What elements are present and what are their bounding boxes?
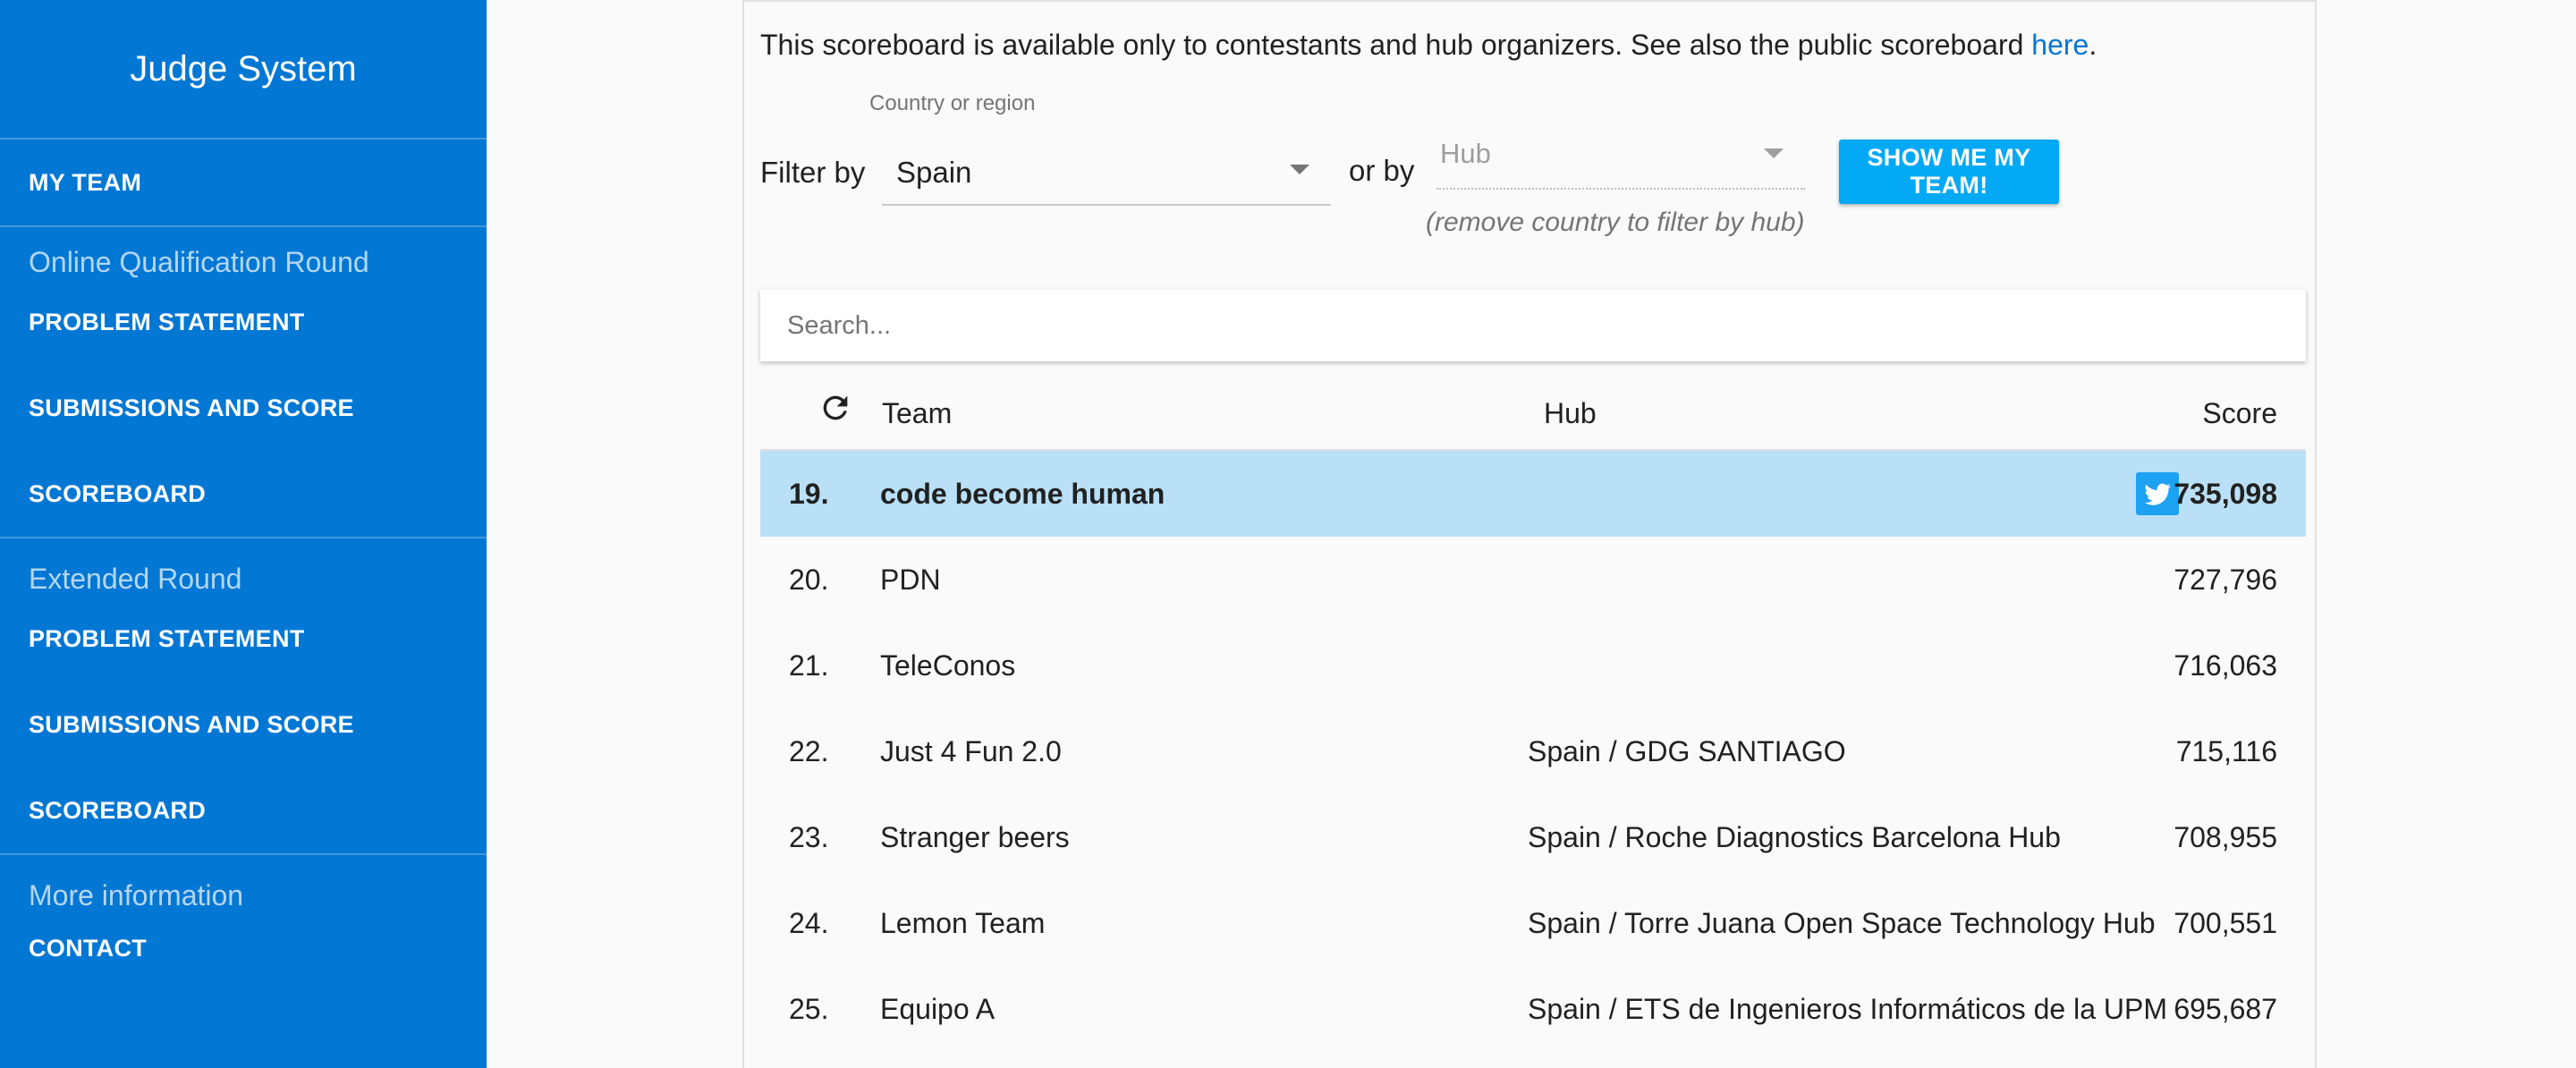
header-team: Team <box>882 397 953 429</box>
row-team: Equipo A <box>880 993 996 1025</box>
country-value: Spain <box>896 156 972 189</box>
nav-oq-submissions[interactable]: SUBMISSIONS AND SCORE <box>0 365 487 451</box>
table-header: Team Hub Score <box>760 377 2306 451</box>
sidebar-section-more-info: More information CONTACT <box>0 853 487 984</box>
row-score: 715,116 <box>2175 735 2277 767</box>
refresh-icon[interactable] <box>818 390 853 426</box>
search-box <box>760 290 2306 361</box>
nav-contact[interactable]: CONTACT <box>0 912 487 984</box>
row-score: 700,551 <box>2174 907 2277 939</box>
scoreboard-panel: This scoreboard is available only to con… <box>742 0 2317 1068</box>
public-scoreboard-link[interactable]: here <box>2031 29 2089 61</box>
table-row: 23. Stranger beers Spain / Roche Diagnos… <box>760 794 2306 880</box>
hub-placeholder: Hub <box>1440 138 1491 169</box>
nav-oq-problem-statement[interactable]: PROBLEM STATEMENT <box>0 279 487 365</box>
header-hub: Hub <box>1544 397 1597 429</box>
show-my-team-button[interactable]: SHOW ME MY TEAM! <box>1839 140 2059 204</box>
row-rank: 25. <box>789 993 829 1025</box>
row-rank: 24. <box>789 907 829 939</box>
section-title: More information <box>29 879 244 911</box>
section-title: Online Qualification Round <box>29 246 369 278</box>
nav-er-problem-statement[interactable]: PROBLEM STATEMENT <box>0 596 487 682</box>
app-title: Judge System <box>0 0 487 140</box>
country-caption: Country or region <box>869 91 1036 115</box>
row-team: TeleConos <box>880 649 1016 682</box>
twitter-icon <box>2144 483 2171 505</box>
section-title: Extended Round <box>29 563 242 595</box>
row-rank: 22. <box>789 735 829 767</box>
nav-er-submissions[interactable]: SUBMISSIONS AND SCORE <box>0 682 487 767</box>
row-hub: Spain / Torre Juana Open Space Technolog… <box>1528 907 2156 939</box>
sidebar-section-extended-round: Extended Round PROBLEM STATEMENT SUBMISS… <box>0 537 487 853</box>
row-score: 735,098 <box>2174 478 2277 510</box>
row-score: 695,687 <box>2174 993 2277 1025</box>
search-input[interactable] <box>760 290 2306 361</box>
sidebar-section-my-team: MY TEAM <box>0 140 487 225</box>
sidebar: Judge System MY TEAM Online Qualificatio… <box>0 0 487 1068</box>
notice-suffix: . <box>2089 29 2097 61</box>
table-row: 20. PDN 727,796 <box>760 537 2306 623</box>
row-score: 727,796 <box>2174 564 2277 596</box>
nav-oq-scoreboard[interactable]: SCOREBOARD <box>0 451 487 537</box>
nav-er-scoreboard[interactable]: SCOREBOARD <box>0 767 487 853</box>
caret-down-icon <box>1290 165 1309 174</box>
sidebar-section-online-qualification: Online Qualification Round PROBLEM STATE… <box>0 225 487 537</box>
row-rank: 21. <box>789 649 829 682</box>
row-rank: 19. <box>789 478 829 510</box>
table-row: 24. Lemon Team Spain / Torre Juana Open … <box>760 880 2306 966</box>
table-row: 25. Equipo A Spain / ETS de Ingenieros I… <box>760 966 2306 1052</box>
or-by-label: or by <box>1349 154 1415 187</box>
table-row: 21. TeleConos 716,063 <box>760 623 2306 708</box>
row-rank: 20. <box>789 564 829 596</box>
access-notice: This scoreboard is available only to con… <box>760 29 2097 62</box>
notice-text: This scoreboard is available only to con… <box>760 29 2032 61</box>
nav-my-team[interactable]: MY TEAM <box>0 140 487 225</box>
row-rank: 23. <box>789 821 829 853</box>
header-score: Score <box>2202 397 2277 429</box>
twitter-share-button[interactable] <box>2136 472 2179 515</box>
main-area: This scoreboard is available only to con… <box>487 0 2576 1068</box>
row-hub: Spain / ETS de Ingenieros Informáticos d… <box>1528 993 2168 1025</box>
filter-by-label: Filter by <box>760 156 866 189</box>
hub-select: Hub <box>1436 129 1805 190</box>
table-row: 22. Just 4 Fun 2.0 Spain / GDG SANTIAGO … <box>760 708 2306 794</box>
row-score: 716,063 <box>2174 649 2277 682</box>
row-hub: Spain / Roche Diagnostics Barcelona Hub <box>1528 821 2061 853</box>
scoreboard-table: Team Hub Score 19. code become human 735… <box>760 377 2306 1052</box>
row-team: PDN <box>880 564 941 596</box>
row-team: Stranger beers <box>880 821 1070 853</box>
row-team: Lemon Team <box>880 907 1046 939</box>
row-team: Just 4 Fun 2.0 <box>880 735 1062 767</box>
caret-down-icon <box>1764 148 1784 158</box>
row-score: 708,955 <box>2174 821 2277 853</box>
table-row-own-team: 19. code become human 735,098 <box>760 451 2306 537</box>
row-hub: Spain / GDG SANTIAGO <box>1528 735 1846 767</box>
row-team: code become human <box>880 478 1165 510</box>
country-select[interactable]: Spain <box>882 148 1331 206</box>
hub-hint: (remove country to filter by hub) <box>1426 208 1805 237</box>
